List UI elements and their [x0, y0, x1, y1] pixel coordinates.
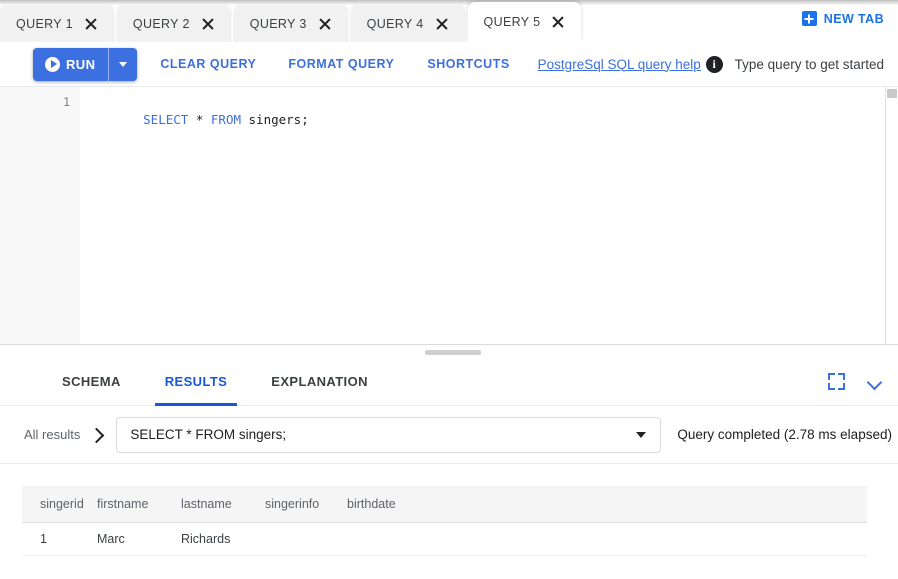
results-table-container: singerid firstname lastname singerinfo b… [0, 464, 898, 564]
query-status-text: Query completed (2.78 ms elapsed) [677, 427, 892, 442]
sql-keyword-from: FROM [211, 112, 241, 127]
hint-text: Type query to get started [735, 57, 884, 72]
close-icon[interactable] [84, 17, 98, 31]
scrollbar-thumb[interactable] [887, 89, 897, 98]
all-results-link[interactable]: All results [24, 427, 80, 442]
tab-query-3[interactable]: QUERY 3 [234, 5, 348, 42]
tab-label: QUERY 2 [133, 17, 190, 31]
format-query-button[interactable]: FORMAT QUERY [288, 57, 394, 71]
tab-results[interactable]: RESULTS [143, 358, 250, 406]
tab-query-5[interactable]: QUERY 5 [468, 2, 582, 42]
tab-label: QUERY 4 [367, 17, 424, 31]
cell-firstname: Kena [97, 556, 181, 565]
column-header-lastname[interactable]: lastname [181, 486, 265, 523]
close-icon[interactable] [551, 15, 565, 29]
cell-singerinfo [265, 556, 347, 565]
cell-singerid: 3 [22, 556, 97, 565]
chevron-down-icon[interactable] [867, 374, 882, 389]
column-header-firstname[interactable]: firstname [97, 486, 181, 523]
close-icon[interactable] [435, 17, 449, 31]
table-row[interactable]: 1 Marc Richards [22, 523, 867, 556]
clear-query-button[interactable]: CLEAR QUERY [160, 57, 256, 71]
sql-editor[interactable]: 1 SELECT * FROM singers; [0, 86, 898, 344]
table-header-row: singerid firstname lastname singerinfo b… [22, 486, 867, 523]
run-button[interactable]: RUN [33, 48, 108, 81]
tab-query-2[interactable]: QUERY 2 [117, 5, 231, 42]
play-icon [45, 57, 60, 72]
editor-gutter: 1 [0, 87, 80, 344]
editor-toolbar: RUN CLEAR QUERY FORMAT QUERY SHORTCUTS P… [0, 42, 898, 86]
new-tab-button[interactable]: NEW TAB [802, 11, 884, 26]
column-header-singerid[interactable]: singerid [22, 486, 97, 523]
column-header-birthdate[interactable]: birthdate [347, 486, 867, 523]
tab-schema[interactable]: SCHEMA [40, 358, 143, 406]
query-select-dropdown[interactable]: SELECT * FROM singers; [116, 417, 661, 453]
cell-singerinfo [265, 523, 347, 556]
tab-query-4[interactable]: QUERY 4 [351, 5, 465, 42]
chevron-right-icon [88, 426, 106, 444]
cell-lastname: Richards [181, 523, 265, 556]
tab-label: QUERY 5 [484, 15, 541, 29]
new-tab-label: NEW TAB [824, 12, 884, 26]
tab-label: QUERY 3 [250, 17, 307, 31]
query-select-value: SELECT * FROM singers; [130, 427, 636, 442]
editor-hint: i Type query to get started [706, 56, 884, 73]
shortcuts-button[interactable]: SHORTCUTS [427, 57, 509, 71]
run-button-group[interactable]: RUN [33, 48, 137, 81]
panel-actions [828, 373, 882, 390]
editor-scrollbar[interactable] [885, 87, 898, 344]
cell-firstname: Marc [97, 523, 181, 556]
cell-birthdate [347, 523, 867, 556]
close-icon[interactable] [318, 17, 332, 31]
line-number: 1 [0, 93, 80, 111]
tab-query-1[interactable]: QUERY 1 [0, 5, 114, 42]
resize-grip [425, 350, 481, 355]
table-row[interactable]: 3 Kena 1961-04-01T08:00:00Z [22, 556, 867, 565]
cell-singerid: 1 [22, 523, 97, 556]
cell-lastname [181, 556, 265, 565]
editor-code-area[interactable]: SELECT * FROM singers; [80, 87, 885, 344]
code-line: SELECT * FROM singers; [98, 93, 885, 147]
tab-label: QUERY 1 [16, 17, 73, 31]
results-query-selector-row: All results SELECT * FROM singers; Query… [0, 406, 898, 464]
results-panel-tabs: SCHEMA RESULTS EXPLANATION [0, 358, 898, 406]
sql-keyword-select: SELECT [143, 112, 188, 127]
sql-star: * [188, 112, 211, 127]
run-label: RUN [66, 57, 95, 72]
fullscreen-icon[interactable] [828, 373, 845, 390]
info-icon: i [706, 56, 723, 73]
query-tab-bar: QUERY 1 QUERY 2 QUERY 3 QUERY 4 QUERY 5 … [0, 0, 898, 42]
column-header-singerinfo[interactable]: singerinfo [265, 486, 347, 523]
sql-table-name: singers; [241, 112, 309, 127]
plus-icon [802, 11, 817, 26]
postgresql-help-link[interactable]: PostgreSql SQL query help [538, 57, 701, 72]
results-table: singerid firstname lastname singerinfo b… [22, 486, 867, 564]
cell-birthdate: 1961-04-01T08:00:00Z [347, 556, 867, 565]
dropdown-arrow-icon [636, 432, 646, 438]
panel-resize-handle[interactable] [0, 344, 898, 358]
run-dropdown-arrow-icon[interactable] [109, 48, 137, 81]
close-icon[interactable] [201, 17, 215, 31]
tab-explanation[interactable]: EXPLANATION [249, 358, 390, 406]
